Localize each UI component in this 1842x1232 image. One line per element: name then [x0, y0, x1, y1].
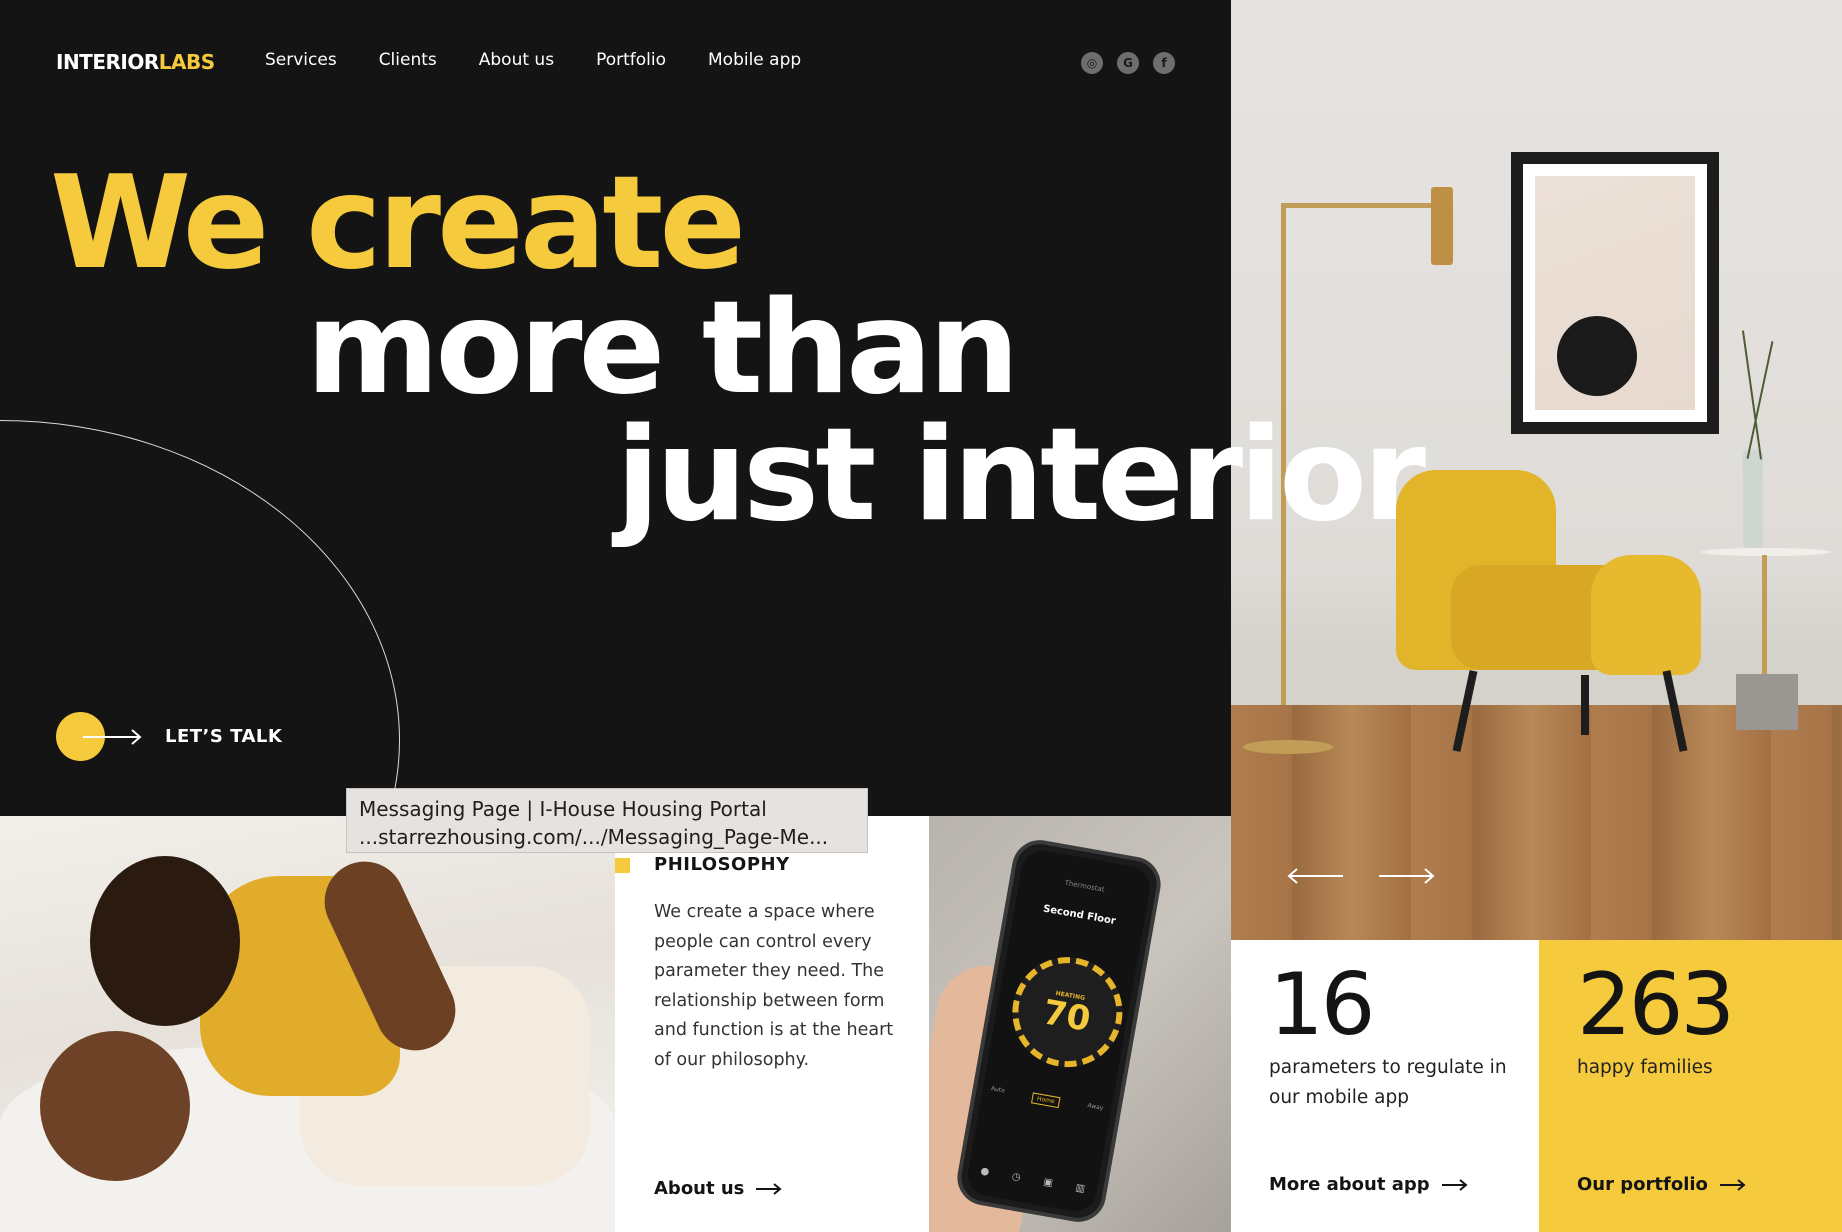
arrow-right-icon[interactable] — [1379, 866, 1435, 886]
arrow-right-icon — [83, 728, 142, 745]
hero-headline-line-1: We create — [50, 149, 746, 298]
nav-about-us[interactable]: About us — [479, 50, 554, 70]
about-us-link[interactable]: About us — [654, 1178, 782, 1199]
lets-talk-button[interactable]: LET’S TALK — [56, 712, 282, 761]
accent-square — [615, 858, 630, 873]
tooltip-url: ...starrezhousing.com/.../Messaging_Page… — [359, 825, 829, 849]
mode-home: Home — [1031, 1092, 1061, 1109]
phone-screen-title: Thermostat — [1063, 878, 1106, 894]
dial-temperature: 70 — [1040, 991, 1094, 1040]
arrow-left-icon[interactable] — [1287, 866, 1343, 886]
philosophy-title: PHILOSOPHY — [654, 854, 790, 875]
phone-tab-bar: ● ◷ ▣ ▥ — [980, 1166, 1086, 1195]
hero-headline-line-2: more than — [306, 274, 1020, 423]
bulb-icon: ● — [979, 1165, 991, 1178]
nav-services[interactable]: Services — [265, 50, 337, 70]
social-links: ◎ G f — [1081, 52, 1175, 74]
facebook-icon[interactable]: f — [1153, 52, 1175, 74]
nav-portfolio[interactable]: Portfolio — [596, 50, 666, 70]
philosophy-text: We create a space where people can contr… — [654, 902, 894, 1070]
mode-away: Away — [1086, 1102, 1104, 1112]
our-portfolio-link[interactable]: Our portfolio — [1577, 1174, 1746, 1195]
calendar-icon: ▣ — [1042, 1176, 1054, 1190]
yellow-armchair — [1391, 470, 1721, 752]
chart-icon: ▥ — [1074, 1182, 1086, 1195]
brand-logo[interactable]: INTERIORLABS — [56, 50, 215, 74]
link-tooltip: Messaging Page | I-House Housing Portal … — [346, 788, 868, 853]
wooden-floor — [1231, 705, 1842, 940]
tooltip-title: Messaging Page | I-House Housing Portal — [359, 797, 767, 821]
arrow-right-icon — [756, 1182, 782, 1195]
slider-arrows — [1287, 866, 1435, 886]
flower-vase — [1743, 450, 1763, 548]
hero-headline-line-3: just interior — [616, 401, 1426, 550]
clock-icon: ◷ — [1010, 1171, 1022, 1184]
main-nav: Services Clients About us Portfolio Mobi… — [265, 50, 801, 70]
nav-mobile-app[interactable]: Mobile app — [708, 50, 801, 70]
mode-auto: Auto — [990, 1085, 1006, 1095]
phone-mode-switch: Auto Home Away — [990, 1085, 1104, 1116]
cta-label: LET’S TALK — [165, 726, 283, 747]
philosophy-card: PHILOSOPHY We create a space where peopl… — [615, 816, 929, 1232]
stat-number: 16 — [1269, 955, 1375, 1055]
logo-part-2: LABS — [158, 50, 215, 74]
stat-card-families: 263 happy families Our portfolio — [1539, 940, 1842, 1232]
instagram-icon[interactable]: ◎ — [1081, 52, 1103, 74]
about-us-link-label: About us — [654, 1178, 745, 1199]
stat-number: 263 — [1577, 955, 1735, 1055]
arrow-right-icon — [1719, 1178, 1746, 1191]
thermostat-dial: HEATING 70 — [1003, 948, 1132, 1076]
phone-mockup: Thermostat Second Floor HEATING 70 Auto … — [953, 835, 1165, 1227]
more-about-app-link[interactable]: More about app — [1269, 1174, 1468, 1195]
mobile-app-photo: Thermostat Second Floor HEATING 70 Auto … — [929, 816, 1231, 1232]
stat-description: happy families — [1577, 1057, 1713, 1078]
logo-part-1: INTERIOR — [56, 50, 159, 74]
arrow-right-icon — [1441, 1178, 1468, 1191]
family-photo — [0, 816, 615, 1232]
stat-description: parameters to regulate in our mobile app — [1269, 1057, 1507, 1108]
our-portfolio-label: Our portfolio — [1577, 1174, 1708, 1195]
nav-clients[interactable]: Clients — [379, 50, 437, 70]
google-icon[interactable]: G — [1117, 52, 1139, 74]
more-about-app-label: More about app — [1269, 1174, 1430, 1195]
wall-art-frame — [1511, 152, 1719, 434]
stat-card-parameters: 16 parameters to regulate in our mobile … — [1231, 940, 1539, 1232]
phone-floor-label: Second Floor — [1042, 903, 1117, 928]
